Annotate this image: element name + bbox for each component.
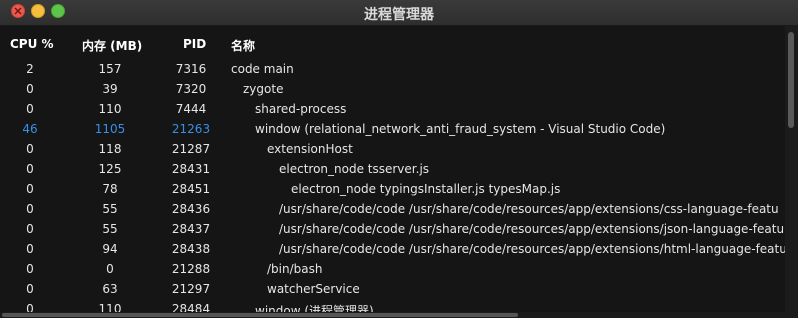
pid-cell: 28484 [171,302,211,312]
cpu-cell: 0 [26,222,34,236]
table-row[interactable]: 2 157 7316 code main [0,59,785,79]
table-row[interactable]: 46 1105 21263 window (relational_network_an… [0,119,785,139]
memory-cell: 110 [98,302,122,312]
process-name-cell: code main [231,62,294,76]
window-title: 进程管理器 [364,7,434,23]
vertical-scrollbar[interactable] [785,26,798,312]
cpu-cell: 0 [26,102,34,116]
process-name-cell: /usr/share/code/code /usr/share/code/res… [279,242,785,256]
horizontal-scrollbar[interactable] [0,312,798,318]
vertical-scrollbar-thumb[interactable] [788,32,794,128]
process-name-cell: watcherService [267,282,360,296]
horizontal-scrollbar-thumb[interactable] [2,313,518,317]
memory-cell: 118 [98,142,122,156]
pid-cell: 28438 [171,242,211,256]
cpu-cell: 0 [26,262,34,276]
pid-cell: 21287 [171,142,211,156]
cpu-cell: 0 [26,162,34,176]
cpu-cell: 0 [26,202,34,216]
process-name-cell: /bin/bash [267,262,323,276]
process-table: CPU % 内存 (MB) PID 名称 2 157 7316 code main 0 3… [0,26,785,312]
cpu-cell: 0 [26,82,34,96]
pid-cell: 28451 [171,182,211,196]
memory-cell: 1105 [94,122,126,136]
process-name-cell: window (进程管理器) [255,304,374,312]
process-name-cell: window (relational_network_anti_fraud_sy… [255,122,666,136]
process-name-cell: electron_node tsserver.js [279,162,430,176]
cpu-cell: 0 [26,242,34,256]
table-row[interactable]: 0 110 7444 shared-process [0,99,785,119]
table-row[interactable]: 0 110 28484 window (进程管理器) [0,299,785,312]
table-row[interactable]: 0 125 28431 electron_node tsserver.js [0,159,785,179]
process-name-cell: /usr/share/code/code /usr/share/code/res… [279,222,785,236]
column-header-pid[interactable]: PID [183,37,206,51]
cpu-cell: 0 [26,142,34,156]
process-name-cell: shared-process [255,102,347,116]
memory-cell: 78 [102,182,118,196]
process-name-cell: extensionHost [267,142,353,156]
memory-cell: 157 [98,62,122,76]
pid-cell: 28431 [171,162,211,176]
table-row[interactable]: 0 94 28438/usr/share/code/code /usr/share/… [0,239,785,259]
cpu-cell: 46 [22,122,38,136]
table-row[interactable]: 0 63 21297 watcherService [0,279,785,299]
pid-cell: 7316 [175,62,207,76]
process-name-cell: zygote [243,82,284,96]
cpu-cell: 0 [26,302,34,312]
memory-cell: 55 [102,202,118,216]
memory-cell: 110 [98,102,122,116]
memory-cell: 94 [102,242,118,256]
pid-cell: 28436 [171,202,211,216]
pid-cell: 21263 [171,122,211,136]
pid-cell: 21297 [171,282,211,296]
pid-cell: 21288 [171,262,211,276]
memory-cell: 125 [98,162,122,176]
memory-cell: 39 [102,82,118,96]
column-header-name[interactable]: 名称 [231,37,255,54]
cpu-cell: 2 [26,62,34,76]
table-row[interactable]: 0 55 28436/usr/share/code/code /usr/share/… [0,199,785,219]
process-name-cell: electron_node typingsInstaller.js typesM… [291,182,561,196]
memory-cell: 63 [102,282,118,296]
table-row[interactable]: 0 0 21288/bin/bash [0,259,785,279]
table-row[interactable]: 0 78 28451 electron_node typingsInstaller.j… [0,179,785,199]
memory-cell: 0 [106,262,114,276]
column-header-memory[interactable]: 内存 (MB) [82,37,142,54]
process-name-cell: /usr/share/code/code /usr/share/code/res… [279,202,779,216]
pid-cell: 7444 [175,102,207,116]
table-row[interactable]: 0 118 21287 extensionHost [0,139,785,159]
table-row[interactable]: 0 55 28437/usr/share/code/code /usr/share/… [0,219,785,239]
column-header-cpu[interactable]: CPU % [10,37,54,51]
table-header: CPU % 内存 (MB) PID 名称 [0,26,785,58]
table-row[interactable]: 0 39 7320 zygote [0,79,785,99]
title-bar: 进程管理器 [0,0,798,26]
cpu-cell: 0 [26,182,34,196]
cpu-cell: 0 [26,282,34,296]
pid-cell: 7320 [175,82,207,96]
pid-cell: 28437 [171,222,211,236]
memory-cell: 55 [102,222,118,236]
